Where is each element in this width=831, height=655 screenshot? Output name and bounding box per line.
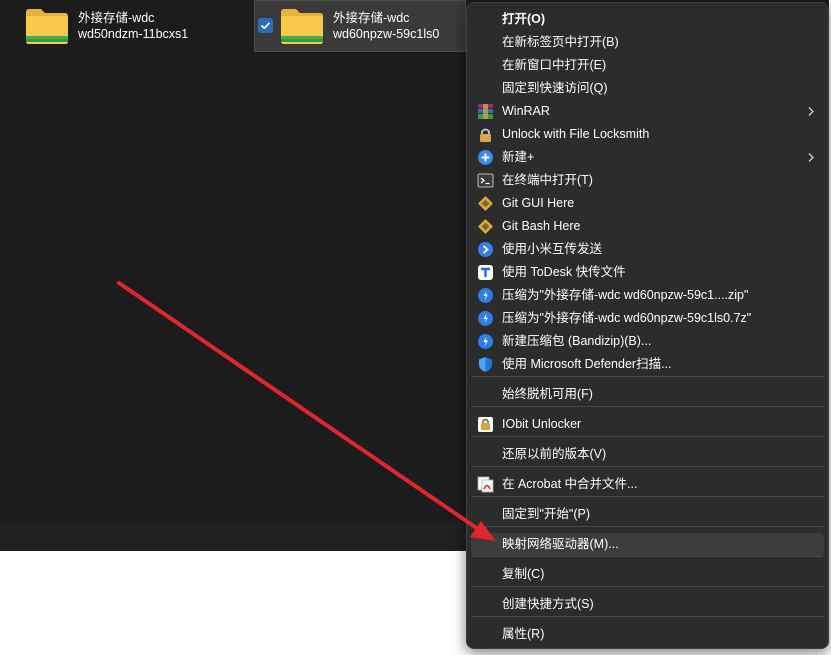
menu-separator xyxy=(471,496,824,497)
menu-item-label: 在新标签页中打开(B) xyxy=(502,35,619,49)
menu-separator xyxy=(471,586,824,587)
menu-item-label: 属性(R) xyxy=(502,627,545,641)
menu-item-label: 打开(O) xyxy=(502,12,546,26)
menu-item-label: 在终端中打开(T) xyxy=(502,173,593,187)
bandizip-icon xyxy=(478,334,493,349)
menu-item-e[interactable]: 在新窗口中打开(E) xyxy=(471,54,824,77)
menu-item-label: Git Bash Here xyxy=(502,219,581,233)
menu-item-r[interactable]: 属性(R) xyxy=(471,623,824,646)
menu-item-label: 新建+ xyxy=(502,150,535,164)
menu-item-git-gui-here[interactable]: Git GUI Here xyxy=(471,192,824,215)
todesk-icon xyxy=(478,265,493,280)
menu-separator xyxy=(471,616,824,617)
menu-item-entry-10[interactable]: 使用小米互传发送 xyxy=(471,238,824,261)
menu-separator xyxy=(471,376,824,377)
menu-item-label: 始终脱机可用(F) xyxy=(502,387,593,401)
lock-icon xyxy=(480,128,491,142)
menu-item-label: 创建快捷方式(S) xyxy=(502,597,594,611)
menu-item-microsoft-defender[interactable]: 使用 Microsoft Defender扫描... xyxy=(471,353,824,376)
xiaomi-share-icon xyxy=(478,242,493,257)
menu-item-label: 在新窗口中打开(E) xyxy=(502,58,607,72)
menu-item-entry-6[interactable]: 新建+ xyxy=(471,146,824,169)
menu-item-p[interactable]: 固定到"开始"(P) xyxy=(471,503,824,526)
plus-circle-icon xyxy=(478,150,493,165)
menu-item-t[interactable]: 在终端中打开(T) xyxy=(471,169,824,192)
folder-name-line1: 外接存储-wdc xyxy=(78,11,155,25)
folder-name-line2: wd60npzw-59c1ls0 xyxy=(333,27,440,41)
menu-item-label: 在 Acrobat 中合并文件... xyxy=(502,477,638,491)
menu-item-o[interactable]: 打开(O) xyxy=(471,8,824,31)
menu-item-bandizip-b[interactable]: 新建压缩包 (Bandizip)(B)... xyxy=(471,330,824,353)
menu-item-label: Unlock with File Locksmith xyxy=(502,127,650,141)
menu-separator xyxy=(471,406,824,407)
menu-item-v[interactable]: 还原以前的版本(V) xyxy=(471,443,824,466)
menu-item-git-bash-here[interactable]: Git Bash Here xyxy=(471,215,824,238)
menu-item-label: 复制(C) xyxy=(502,567,545,581)
menu-item-unlock-with-file-locksmith[interactable]: Unlock with File Locksmith xyxy=(471,123,824,146)
menu-separator xyxy=(471,466,824,467)
menu-item-s[interactable]: 创建快捷方式(S) xyxy=(471,593,824,616)
selection-checkbox-icon[interactable] xyxy=(258,18,273,33)
folder-name-line1: 外接存储-wdc xyxy=(333,11,410,25)
menu-item-label: 使用小米互传发送 xyxy=(502,242,603,256)
menu-item-acrobat[interactable]: 在 Acrobat 中合并文件... xyxy=(471,473,824,496)
terminal-icon xyxy=(477,173,494,188)
winrar-icon xyxy=(478,104,493,119)
acrobat-icon xyxy=(477,476,494,493)
menu-item-label: Git GUI Here xyxy=(502,196,575,210)
menu-item-label: 新建压缩包 (Bandizip)(B)... xyxy=(502,334,652,348)
menu-item-label: 使用 ToDesk 快传文件 xyxy=(502,265,626,279)
folder-name-line2: wd50ndzm-11bcxs1 xyxy=(78,27,189,41)
menu-item-label: 压缩为"外接存储-wdc wd60npzw-59c1ls0.7z" xyxy=(502,311,752,325)
menu-item-winrar[interactable]: WinRAR xyxy=(471,100,824,123)
menu-item-label: 固定到"开始"(P) xyxy=(502,507,591,521)
menu-item-label: IObit Unlocker xyxy=(502,417,582,431)
menu-item-label: 映射网络驱动器(M)... xyxy=(502,537,619,551)
menu-item-todesk[interactable]: 使用 ToDesk 快传文件 xyxy=(471,261,824,284)
menu-item-wdc-wd60npzw-59c1-zip[interactable]: 压缩为"外接存储-wdc wd60npzw-59c1....zip" xyxy=(471,284,824,307)
menu-item-wdc-wd60npzw-59c1ls0-7z[interactable]: 压缩为"外接存储-wdc wd60npzw-59c1ls0.7z" xyxy=(471,307,824,330)
menu-item-b[interactable]: 在新标签页中打开(B) xyxy=(471,31,824,54)
git-icon xyxy=(478,196,493,211)
menu-item-label: 压缩为"外接存储-wdc wd60npzw-59c1....zip" xyxy=(502,288,749,302)
chevron-right-icon xyxy=(808,107,814,116)
folder-icon xyxy=(26,9,68,44)
menu-item-f[interactable]: 始终脱机可用(F) xyxy=(471,383,824,406)
iobit-icon xyxy=(478,417,493,432)
folder-item-wd50ndzm[interactable]: 外接存储-wdc wd50ndzm-11bcxs1 xyxy=(0,0,250,52)
menu-item-q[interactable]: 固定到快速访问(Q) xyxy=(471,77,824,100)
bandizip-icon xyxy=(478,311,493,326)
menu-item-m[interactable]: 映射网络驱动器(M)... xyxy=(471,533,824,556)
git-icon xyxy=(478,219,493,234)
menu-separator xyxy=(471,556,824,557)
context-menu: 打开(O) 在新标签页中打开(B) 在新窗口中打开(E) 固定到快速访问(Q) WinR… xyxy=(466,2,829,649)
menu-item-label: WinRAR xyxy=(502,104,550,118)
menu-separator xyxy=(471,526,824,527)
menu-item-label: 固定到快速访问(Q) xyxy=(502,81,608,95)
menu-separator xyxy=(471,436,824,437)
defender-shield-icon xyxy=(479,357,492,372)
menu-item-c[interactable]: 复制(C) xyxy=(471,563,824,586)
menu-item-label: 还原以前的版本(V) xyxy=(502,447,607,461)
menu-item-iobit-unlocker[interactable]: IObit Unlocker xyxy=(471,413,824,436)
folder-item-wd60npzw[interactable]: 外接存储-wdc wd60npzw-59c1ls0 xyxy=(254,0,466,52)
folder-icon xyxy=(281,9,323,44)
chevron-right-icon xyxy=(808,153,814,162)
menu-item-label: 使用 Microsoft Defender扫描... xyxy=(502,357,672,371)
bandizip-icon xyxy=(478,288,493,303)
